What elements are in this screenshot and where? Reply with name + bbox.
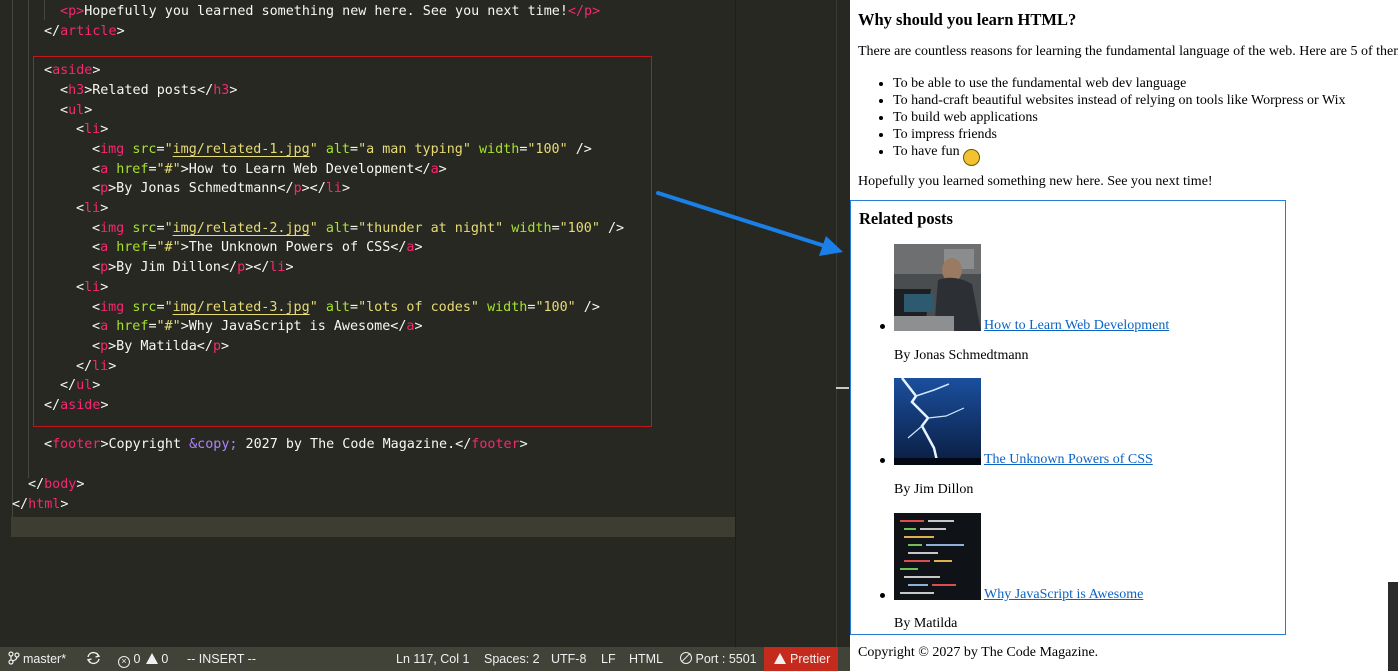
code-token: </ [567,4,585,19]
related-author: By Matilda [894,616,958,631]
list-item: To be able to use the fundamental web de… [893,75,1345,92]
bullet [880,458,885,463]
code-token: footer [471,437,520,453]
indent-guide [44,0,45,20]
code-token: > [60,496,69,512]
indent-guide [12,0,13,517]
preview-intro: There are countless reasons for learning… [858,44,1398,59]
code-token: > [76,4,85,19]
reasons-list: To be able to use the fundamental web de… [893,75,1345,166]
related-link[interactable]: The Unknown Powers of CSS [984,452,1153,468]
code-token: > [519,437,528,453]
code-token: > [592,4,601,19]
code-token: > [116,23,125,39]
related-posts-aside: Related posts How to Learn Web Developme… [850,200,1286,635]
list-item-text: To have fun [893,144,960,159]
sync-button[interactable] [86,647,101,671]
indentation[interactable]: Spaces: 2 [484,647,540,671]
code-token: < [44,437,53,453]
related-author: By Jim Dillon [894,482,974,497]
warning-icon [145,653,158,664]
code-token: body [44,476,77,492]
code-token: &copy; [189,437,238,453]
no-entry-icon [680,652,692,664]
code-token: </ [12,496,29,512]
code-token: article [60,23,117,39]
sync-icon [86,651,101,665]
preview-outro: Hopefully you learned something new here… [858,174,1213,189]
code-token: > [76,476,85,492]
smiley-emoji-icon: 😃 [963,149,981,166]
port-label: Port : 5501 [695,652,757,666]
browser-preview: Why should you learn HTML? There are cou… [850,0,1398,671]
editor-divider [735,0,736,647]
error-icon: × [118,656,130,668]
indent-guide [28,0,29,478]
code-line[interactable]: </article> [44,22,125,42]
code-line[interactable]: <p>Hopefully you learned something new h… [60,2,600,22]
warning-icon [774,653,786,664]
scrollbar-marker[interactable] [836,387,849,389]
git-branch-icon [8,651,20,665]
status-bar: master* × 0 0 -- INSERT -- Ln 117, Col 1… [0,647,850,671]
prettier-label: Prettier [790,652,831,666]
preview-footer: Copyright © 2027 by The Code Magazine. [858,645,1099,660]
warning-count: 0 [161,652,169,666]
code-line[interactable]: <footer>Copyright &copy; 2027 by The Cod… [44,435,528,455]
aside-highlight-box [33,56,652,427]
code-token: </ [44,23,61,39]
branch-label: master* [23,652,67,666]
code-token: 2027 by The Code Magazine.</ [237,437,472,453]
related-link[interactable]: Why JavaScript is Awesome [984,587,1143,603]
list-item: To have fun 😃 [893,143,1345,166]
related-image-man-typing [894,244,981,331]
scrollbar-track[interactable] [836,0,837,647]
code-token: >Copyright [100,437,190,453]
branch-indicator[interactable]: master* [8,647,66,671]
code-token: p [68,4,77,19]
cursor-position[interactable]: Ln 117, Col 1 [396,647,469,671]
code-token: footer [52,437,101,453]
related-author: By Jonas Schmedtmann [894,348,1029,363]
code-line[interactable]: </body> [28,475,84,495]
bullet [880,324,885,329]
code-token: </ [28,476,45,492]
list-item: To impress friends [893,126,1345,143]
preview-heading: Why should you learn HTML? [858,10,1077,29]
code-line[interactable]: </html> [12,495,68,515]
encoding[interactable]: UTF-8 [551,647,586,671]
preview-scrollbar[interactable] [1388,582,1398,671]
related-link[interactable]: How to Learn Web Development [984,318,1169,334]
current-line-highlight [11,517,735,537]
related-heading: Related posts [859,209,953,228]
related-image-thunder [894,378,981,465]
code-token: < [60,4,69,19]
code-editor[interactable]: <p>Hopefully you learned something new h… [0,0,850,647]
prettier-button[interactable]: Prettier [764,647,839,671]
end-of-line[interactable]: LF [601,647,616,671]
error-count: 0 [133,652,141,666]
code-token: Hopefully you learned something new here… [84,4,568,19]
code-token: p [584,4,593,19]
problems-indicator[interactable]: × 0 0 [118,647,168,671]
language-mode[interactable]: HTML [629,647,663,671]
vim-mode: -- INSERT -- [187,652,256,666]
code-token: html [28,496,61,512]
list-item: To build web applications [893,109,1345,126]
related-image-codes [894,513,981,600]
list-item: To hand-craft beautiful websites instead… [893,92,1345,109]
bullet [880,593,885,598]
live-server-port[interactable]: Port : 5501 [680,647,757,671]
